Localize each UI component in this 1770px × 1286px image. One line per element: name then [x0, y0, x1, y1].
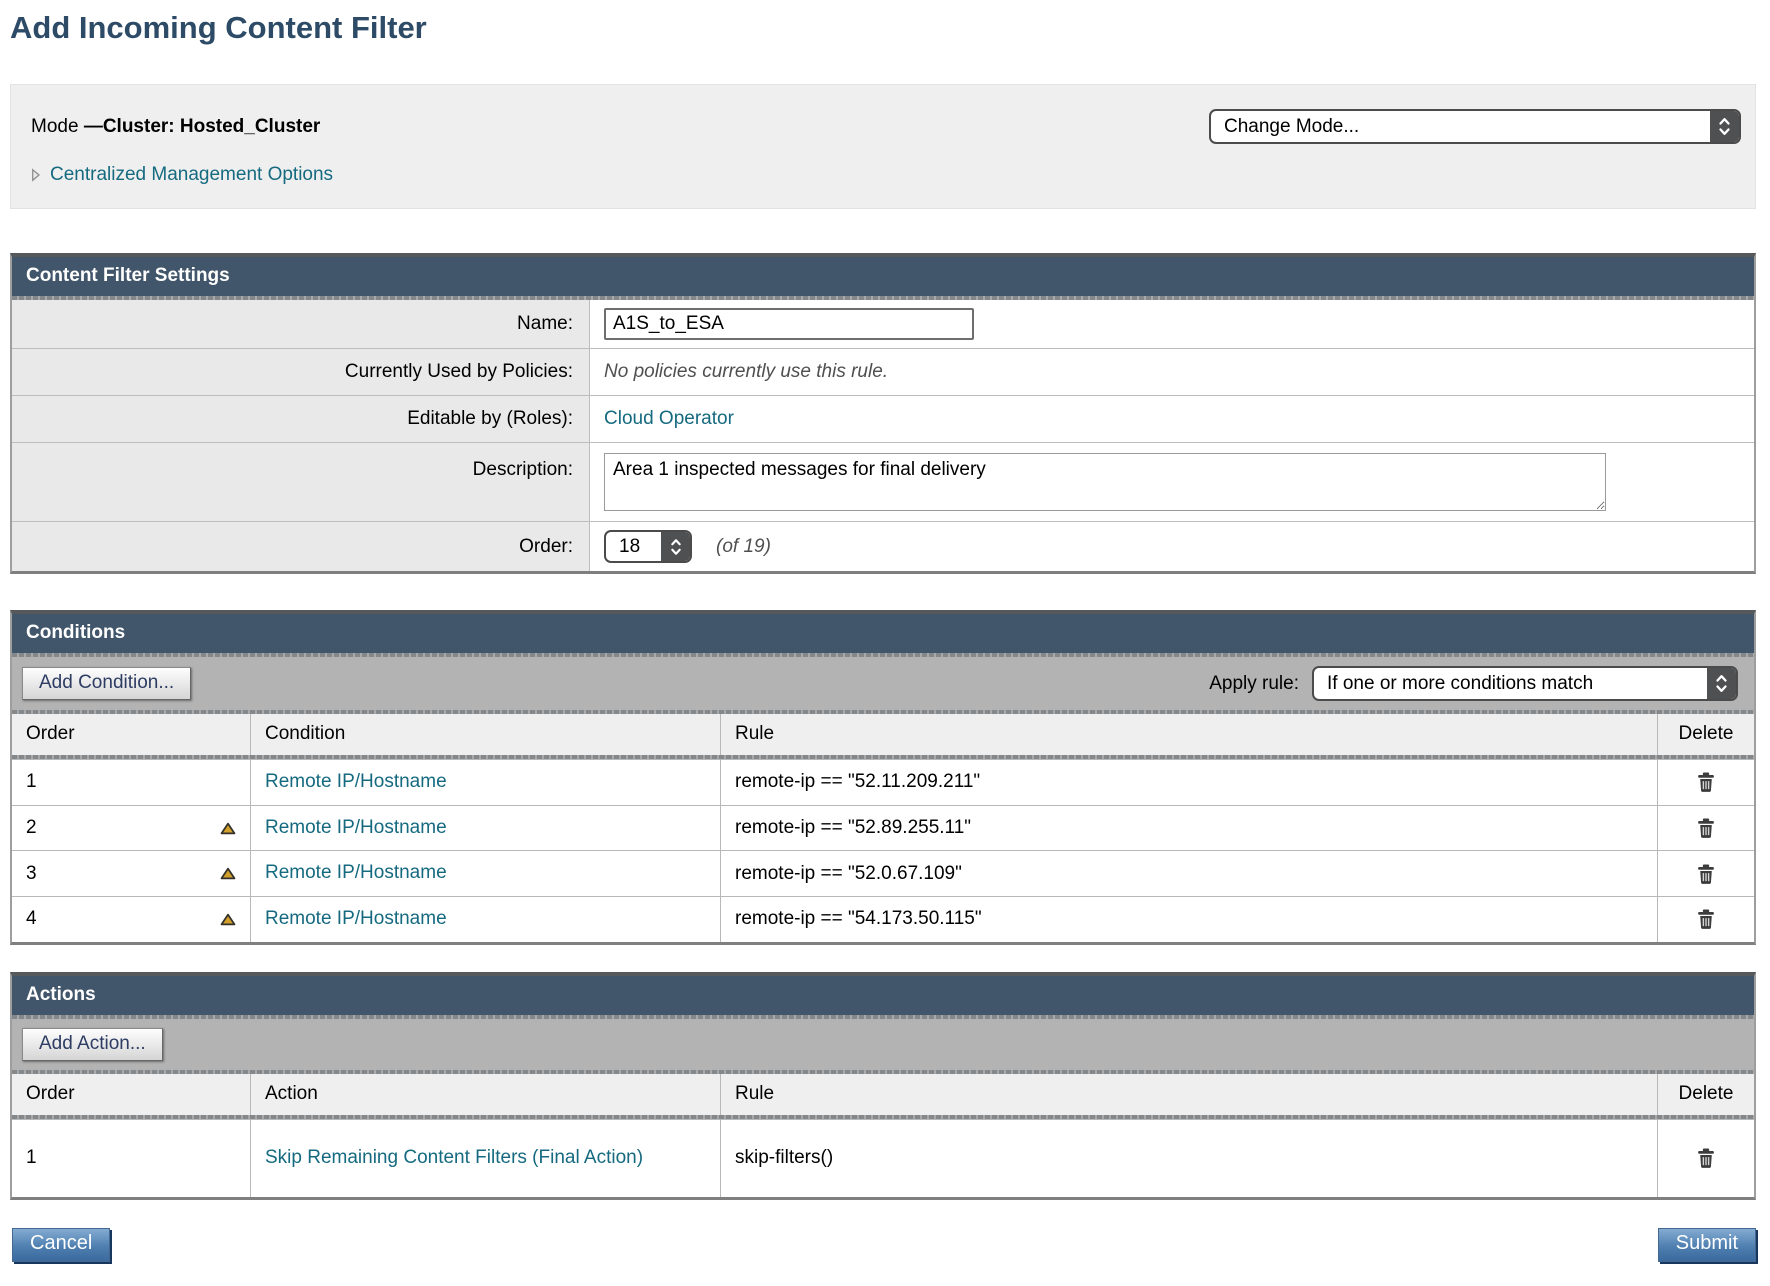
apply-rule-select[interactable]: If one or more conditions match: [1312, 666, 1738, 701]
roles-row: Editable by (Roles): Cloud Operator: [12, 395, 1754, 442]
cancel-button[interactable]: Cancel: [12, 1228, 110, 1262]
condition-order: 2: [26, 817, 37, 839]
column-header-order: Order: [12, 1074, 250, 1115]
select-stepper-icon: [1710, 111, 1739, 142]
apply-rule-label: Apply rule:: [1209, 673, 1299, 695]
content-filter-settings-section: Content Filter Settings Name: Currently …: [10, 253, 1756, 574]
policies-value: No policies currently use this rule.: [604, 361, 888, 383]
roles-label: Editable by (Roles):: [12, 396, 590, 442]
mode-text: Mode —Cluster: Hosted_Cluster: [31, 116, 320, 138]
condition-rule: remote-ip == "52.0.67.109": [735, 863, 962, 885]
move-up-button[interactable]: [220, 913, 236, 926]
arrow-up-icon: [220, 913, 236, 926]
change-mode-select-value: Change Mode...: [1211, 116, 1369, 138]
settings-section-header: Content Filter Settings: [12, 257, 1754, 296]
description-row: Description: Area 1 inspected messages f…: [12, 442, 1754, 521]
move-up-button[interactable]: [220, 867, 236, 880]
column-header-condition: Condition: [250, 714, 720, 755]
order-label: Order:: [12, 522, 590, 571]
condition-rule: remote-ip == "52.89.255.11": [735, 817, 971, 839]
conditions-section: Conditions Add Condition... Apply rule: …: [10, 610, 1756, 945]
condition-row: 4 Remote IP/Hostname remote-ip == "54.17…: [12, 896, 1754, 942]
apply-rule-select-value: If one or more conditions match: [1314, 673, 1603, 695]
select-stepper-icon: [1707, 668, 1736, 699]
centralized-management-options-link[interactable]: Centralized Management Options: [50, 164, 333, 186]
column-header-delete: Delete: [1657, 714, 1754, 755]
condition-link[interactable]: Remote IP/Hostname: [265, 907, 447, 932]
condition-row: 3 Remote IP/Hostname remote-ip == "52.0.…: [12, 850, 1754, 896]
condition-rule: remote-ip == "52.11.209.211": [735, 771, 980, 793]
conditions-section-header: Conditions: [12, 614, 1754, 653]
actions-section-header: Actions: [12, 976, 1754, 1015]
mode-value: —Cluster: Hosted_Cluster: [84, 116, 321, 137]
column-header-order: Order: [12, 714, 250, 755]
order-select-value: 18: [606, 536, 650, 558]
action-row: 1 Skip Remaining Content Filters (Final …: [12, 1119, 1754, 1197]
actions-table-header: Order Action Rule Delete: [12, 1074, 1754, 1115]
action-rule: skip-filters(): [735, 1147, 833, 1169]
order-total-note: (of 19): [716, 536, 771, 558]
move-up-button[interactable]: [220, 822, 236, 835]
mode-box: Mode —Cluster: Hosted_Cluster Change Mod…: [10, 84, 1756, 209]
action-link[interactable]: Skip Remaining Content Filters (Final Ac…: [265, 1146, 643, 1171]
order-row: Order: 18 (of 19): [12, 521, 1754, 571]
submit-button[interactable]: Submit: [1658, 1228, 1756, 1262]
arrow-up-icon: [220, 867, 236, 880]
order-select[interactable]: 18: [604, 530, 692, 563]
policies-label: Currently Used by Policies:: [12, 349, 590, 395]
delete-button[interactable]: [1697, 772, 1715, 792]
delete-button[interactable]: [1697, 1148, 1715, 1168]
description-label: Description:: [12, 443, 590, 521]
mode-label: Mode: [31, 116, 79, 137]
change-mode-select[interactable]: Change Mode...: [1209, 109, 1741, 144]
condition-link[interactable]: Remote IP/Hostname: [265, 861, 447, 886]
delete-button[interactable]: [1697, 818, 1715, 838]
add-action-button[interactable]: Add Action...: [22, 1028, 163, 1061]
trash-icon: [1697, 1148, 1715, 1168]
condition-rule: remote-ip == "54.173.50.115": [735, 908, 982, 930]
page-container: Add Incoming Content Filter Mode —Cluste…: [10, 10, 1756, 1262]
description-textarea[interactable]: Area 1 inspected messages for final deli…: [604, 453, 1606, 511]
actions-section: Actions Add Action... Order Action Rule …: [10, 972, 1756, 1200]
name-row: Name:: [12, 300, 1754, 348]
add-condition-button[interactable]: Add Condition...: [22, 667, 191, 700]
conditions-table-header: Order Condition Rule Delete: [12, 714, 1754, 755]
column-header-delete: Delete: [1657, 1074, 1754, 1115]
condition-link[interactable]: Remote IP/Hostname: [265, 770, 447, 795]
page-title: Add Incoming Content Filter: [10, 10, 1756, 46]
column-header-action: Action: [250, 1074, 720, 1115]
disclosure-triangle-icon[interactable]: [31, 168, 41, 182]
select-stepper-icon: [661, 532, 690, 561]
column-header-rule: Rule: [720, 1074, 1657, 1115]
name-input[interactable]: [604, 308, 974, 340]
trash-icon: [1697, 909, 1715, 929]
trash-icon: [1697, 772, 1715, 792]
trash-icon: [1697, 818, 1715, 838]
conditions-toolbar: Add Condition... Apply rule: If one or m…: [12, 657, 1754, 710]
name-label: Name:: [12, 300, 590, 348]
actions-toolbar: Add Action...: [12, 1019, 1754, 1070]
condition-order: 1: [26, 771, 37, 793]
condition-row: 2 Remote IP/Hostname remote-ip == "52.89…: [12, 805, 1754, 851]
condition-order: 4: [26, 908, 37, 930]
delete-button[interactable]: [1697, 909, 1715, 929]
column-header-rule: Rule: [720, 714, 1657, 755]
footer-actions: Cancel Submit: [12, 1228, 1756, 1262]
condition-link[interactable]: Remote IP/Hostname: [265, 816, 447, 841]
condition-order: 3: [26, 863, 37, 885]
cloud-operator-link[interactable]: Cloud Operator: [604, 408, 734, 430]
arrow-up-icon: [220, 822, 236, 835]
trash-icon: [1697, 864, 1715, 884]
condition-row: 1 Remote IP/Hostname remote-ip == "52.11…: [12, 759, 1754, 805]
policies-row: Currently Used by Policies: No policies …: [12, 348, 1754, 395]
delete-button[interactable]: [1697, 864, 1715, 884]
action-order: 1: [26, 1147, 37, 1169]
